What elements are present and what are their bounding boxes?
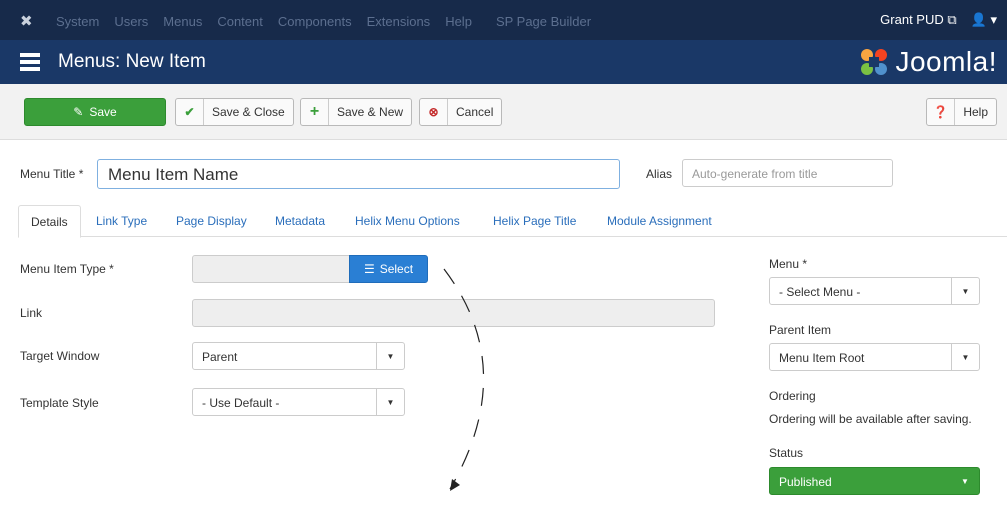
cancel-label: Cancel xyxy=(456,105,494,119)
admin-topbar: ✖ System Users Menus Content Components … xyxy=(0,0,1007,40)
menu-item-type-input xyxy=(192,255,350,283)
help-button[interactable]: ❓ Help xyxy=(926,98,997,126)
cancel-icon: ⊗ xyxy=(420,99,448,125)
save-button[interactable]: ✎ Save xyxy=(24,98,166,126)
menu-sp-page-builder[interactable]: SP Page Builder xyxy=(496,14,591,29)
status-select[interactable]: Published ▼ xyxy=(769,467,980,495)
cancel-button[interactable]: ⊗ Cancel xyxy=(419,98,503,126)
plus-icon: + xyxy=(301,99,329,125)
tab-page-display[interactable]: Page Display xyxy=(176,205,247,238)
template-style-value: - Use Default - xyxy=(202,396,280,410)
menu-content[interactable]: Content xyxy=(217,14,263,29)
tab-helix-page-title[interactable]: Helix Page Title xyxy=(493,205,576,238)
question-icon: ❓ xyxy=(927,99,956,125)
alias-input[interactable]: Auto-generate from title xyxy=(682,159,893,187)
caret-down-icon: ▼ xyxy=(951,278,979,304)
joomla-menu-icon[interactable]: ✖ xyxy=(20,12,48,30)
joomla-logo-text: Joomla! xyxy=(895,46,997,77)
site-link[interactable]: Grant PUD ⧉ xyxy=(880,12,957,28)
tab-link-type[interactable]: Link Type xyxy=(96,205,147,238)
status-value: Published xyxy=(779,475,832,489)
menu-item-type-label: Menu Item Type * xyxy=(20,262,114,276)
menu-select[interactable]: - Select Menu - ▼ xyxy=(769,277,980,305)
edit-icon: ✎ xyxy=(73,105,84,119)
tab-metadata[interactable]: Metadata xyxy=(275,205,325,238)
save-close-button[interactable]: ✔ Save & Close xyxy=(175,98,294,126)
select-type-label: Select xyxy=(379,262,414,276)
target-window-select[interactable]: Parent ▼ xyxy=(192,342,405,370)
tab-helix-menu-options[interactable]: Helix Menu Options xyxy=(355,205,460,238)
tab-bar: Details Link Type Page Display Metadata … xyxy=(18,205,1007,238)
caret-down-icon: ▼ xyxy=(376,389,404,415)
joomla-logo: Joomla! xyxy=(859,46,997,78)
menu-extensions[interactable]: Extensions xyxy=(367,14,431,29)
menu-users[interactable]: Users xyxy=(114,14,148,29)
menu-title-input[interactable]: Menu Item Name xyxy=(97,159,620,189)
select-type-button[interactable]: ☰ Select xyxy=(349,255,428,283)
save-button-label: Save xyxy=(89,105,117,119)
page-title: Menus: New Item xyxy=(58,51,206,72)
alias-label: Alias xyxy=(646,167,673,181)
joomla-logo-icon xyxy=(861,49,888,75)
external-link-icon: ⧉ xyxy=(947,12,957,27)
link-label: Link xyxy=(20,306,43,320)
target-window-value: Parent xyxy=(202,350,238,364)
menu-components[interactable]: Components xyxy=(278,14,352,29)
parent-item-select[interactable]: Menu Item Root ▼ xyxy=(769,343,980,371)
list-icon xyxy=(20,53,40,71)
caret-down-icon: ▼ xyxy=(376,343,404,369)
tab-module-assignment[interactable]: Module Assignment xyxy=(607,205,712,238)
main-content: Menu Title * Menu Item Name Alias Auto-g… xyxy=(0,141,1007,508)
site-link-label: Grant PUD xyxy=(880,12,944,27)
target-window-label: Target Window xyxy=(20,349,100,363)
parent-item-value: Menu Item Root xyxy=(779,351,865,365)
template-style-select[interactable]: - Use Default - ▼ xyxy=(192,388,405,416)
user-icon[interactable]: 👤 ▾ xyxy=(971,12,997,28)
page-header: Menus: New Item Joomla! xyxy=(0,40,1007,84)
caret-down-icon: ▼ xyxy=(951,344,979,370)
list-icon: ☰ xyxy=(363,262,375,276)
menu-help[interactable]: Help xyxy=(445,14,472,29)
menu-title-value: Menu Item Name xyxy=(108,165,239,184)
ordering-note: Ordering will be available after saving. xyxy=(769,412,972,426)
dashed-arrow-annotation xyxy=(443,268,485,491)
help-label: Help xyxy=(963,105,988,119)
menu-title-label: Menu Title * xyxy=(20,167,84,181)
save-new-label: Save & New xyxy=(337,105,404,119)
menu-system[interactable]: System xyxy=(56,14,99,29)
menu-menus[interactable]: Menus xyxy=(163,14,202,29)
admin-menu: System Users Menus Content Components Ex… xyxy=(48,14,591,29)
check-icon: ✔ xyxy=(176,99,204,125)
template-style-label: Template Style xyxy=(20,396,99,410)
save-close-label: Save & Close xyxy=(212,105,285,119)
ordering-label: Ordering xyxy=(769,389,816,403)
menu-label: Menu * xyxy=(769,257,808,271)
tab-details[interactable]: Details xyxy=(18,205,81,238)
toolbar: ✎ Save ✔ Save & Close + Save & New ⊗ Can… xyxy=(0,84,1007,140)
caret-down-icon: ▼ xyxy=(961,476,969,486)
menu-select-value: - Select Menu - xyxy=(779,285,861,299)
alias-placeholder: Auto-generate from title xyxy=(692,167,818,181)
parent-item-label: Parent Item xyxy=(769,323,832,337)
status-label: Status xyxy=(769,446,804,460)
save-new-button[interactable]: + Save & New xyxy=(300,98,413,126)
